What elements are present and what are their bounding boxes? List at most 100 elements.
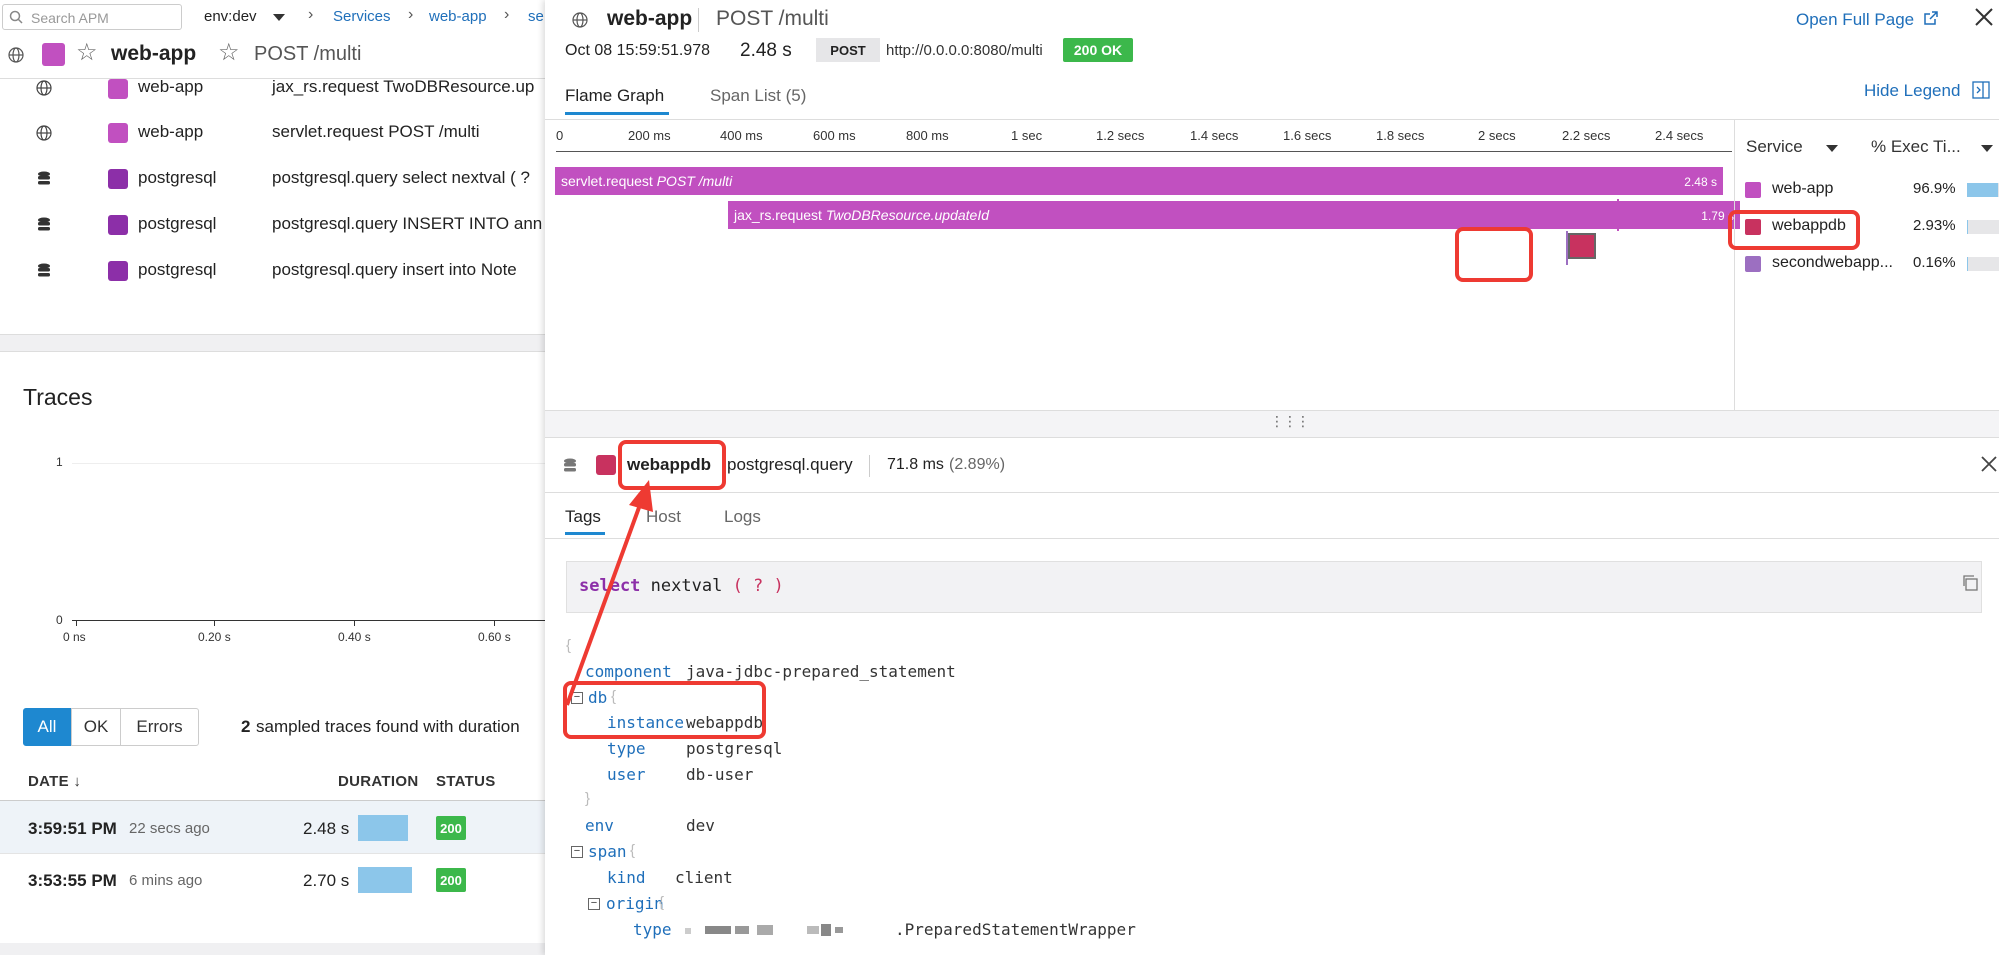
search-input[interactable]: Search APM [2, 4, 182, 30]
external-link-icon[interactable] [1923, 10, 1939, 26]
x-tick-label: 0.40 s [338, 630, 371, 644]
tab-host[interactable]: Host [646, 507, 681, 527]
star-icon[interactable]: ☆ [76, 41, 98, 65]
caret-down-icon[interactable] [1981, 145, 1993, 152]
flame-span-webappdb[interactable] [1568, 233, 1596, 259]
tag-value[interactable]: .PreparedStatementWrapper [895, 920, 1136, 939]
tag-value[interactable]: java-jdbc-prepared_statement [686, 662, 956, 681]
collapse-legend-icon[interactable] [1972, 81, 1990, 99]
http-url: http://0.0.0.0:8080/multi [886, 42, 1043, 59]
breadcrumb-resource[interactable]: se [528, 8, 544, 25]
x-tick-label: 0.60 s [478, 630, 511, 644]
service-color-swatch [42, 43, 65, 66]
flame-span-jax-rs-request[interactable]: jax_rs.request TwoDBResource.updateId 1.… [728, 201, 1740, 229]
table-row[interactable]: postgresql postgresql.query insert into … [0, 252, 545, 292]
trace-duration: 2.70 s [303, 871, 350, 890]
tag-value[interactable]: client [675, 868, 733, 887]
column-status[interactable]: STATUS [436, 773, 496, 790]
close-icon[interactable] [1980, 455, 1998, 473]
column-date[interactable]: DATE ↓ [28, 773, 81, 790]
legend-color-swatch [1745, 256, 1761, 272]
collapse-icon[interactable]: − [571, 846, 583, 858]
apm-service-page: Search APM env:dev › Services › web-app … [0, 0, 545, 955]
tab-logs[interactable]: Logs [724, 507, 761, 527]
tag-value[interactable]: db-user [686, 765, 753, 784]
x-tick [76, 620, 77, 626]
tab-tags[interactable]: Tags [565, 507, 601, 527]
row-service: postgresql [138, 168, 217, 187]
breadcrumb-web-app[interactable]: web-app [429, 8, 487, 25]
query-args: ( ? ) [732, 576, 784, 596]
tab-flame-graph[interactable]: Flame Graph [565, 86, 664, 106]
span-op: servlet.request [561, 173, 653, 189]
copy-icon[interactable] [1961, 574, 1979, 592]
chevron-right-icon: › [504, 6, 510, 23]
span-resource: POST /multi [656, 173, 733, 189]
drag-handle-icon[interactable]: ⋮⋮⋮ [1270, 413, 1310, 430]
table-row[interactable]: web-app servlet.request POST /multi [0, 114, 545, 154]
table-row[interactable]: 3:53:55 PM 6 mins ago 2.70 s 200 [0, 853, 545, 905]
resize-handle[interactable]: ⋮⋮⋮ [545, 410, 1999, 438]
table-row[interactable]: web-app jax_rs.request TwoDBResource.up [0, 66, 545, 99]
legend-service-name[interactable]: secondwebapp... [1772, 254, 1893, 272]
http-status-badge: 200 OK [1063, 38, 1133, 62]
trace-ago: 22 secs ago [129, 820, 210, 837]
x-tick [354, 620, 355, 626]
x-tick [494, 620, 495, 626]
filter-ok-button[interactable]: OK [71, 708, 121, 746]
filter-all-button[interactable]: All [23, 708, 71, 746]
service-color-swatch [108, 261, 128, 281]
collapse-icon[interactable]: − [588, 898, 600, 910]
tag-key: type [633, 920, 672, 939]
legend-service-name[interactable]: web-app [1772, 180, 1833, 198]
service-color-swatch [108, 79, 128, 99]
table-row[interactable]: postgresql postgresql.query select nextv… [0, 160, 545, 200]
caret-down-icon[interactable] [1826, 145, 1838, 152]
timeline-tick-label: 2.2 secs [1562, 128, 1611, 143]
close-icon[interactable] [1973, 6, 1995, 28]
tag-key: user [607, 765, 646, 784]
span-resource: TwoDBResource.updateId [825, 207, 989, 223]
span-operation: postgresql.query [727, 455, 853, 474]
chevron-right-icon: › [308, 6, 314, 23]
timeline-tick-label: 2 secs [1478, 128, 1516, 143]
star-icon[interactable]: ☆ [218, 41, 240, 65]
env-selector[interactable]: env:dev [204, 8, 257, 25]
trace-time: 3:53:55 PM [28, 871, 117, 890]
row-resource: jax_rs.request TwoDBResource.up [272, 77, 535, 96]
globe-icon [36, 80, 52, 96]
y-tick-label: 0 [56, 613, 63, 627]
timeline-tick-label: 1.8 secs [1376, 128, 1425, 143]
span-duration: 71.8 ms [887, 456, 944, 473]
timeline-axis [556, 151, 1732, 152]
database-icon [38, 171, 50, 185]
timeline-tick-label: 1.2 secs [1096, 128, 1145, 143]
flame-span-servlet-request[interactable]: servlet.request POST /multi 2.48 s [555, 167, 1723, 195]
legend-color-swatch [1745, 182, 1761, 198]
tag-key: component [585, 662, 672, 681]
tag-value[interactable]: dev [686, 816, 715, 835]
flame-span-thin[interactable] [1617, 199, 1619, 231]
column-duration[interactable]: DURATION [338, 773, 418, 790]
timeline-tick-label: 800 ms [906, 128, 949, 143]
globe-icon [8, 47, 24, 63]
legend-exec-bar-track [1967, 257, 1999, 271]
table-row[interactable]: postgresql postgresql.query INSERT INTO … [0, 206, 545, 246]
legend-exec-header[interactable]: % Exec Ti... [1871, 137, 1961, 157]
timeline-tick-label: 1.6 secs [1283, 128, 1332, 143]
chevron-down-icon[interactable] [273, 14, 285, 21]
legend-service-header[interactable]: Service [1746, 137, 1803, 157]
tab-span-list[interactable]: Span List (5) [710, 86, 806, 106]
open-full-page-link[interactable]: Open Full Page [1796, 10, 1914, 30]
flame-span-secondwebapp[interactable] [1566, 231, 1568, 265]
legend-exec-bar-track [1967, 220, 1999, 234]
table-row[interactable]: 3:59:51 PM 22 secs ago 2.48 s 200 [0, 801, 545, 853]
service-color-swatch [596, 455, 616, 475]
column-date-label: DATE [28, 773, 69, 790]
tag-value[interactable]: postgresql [686, 739, 782, 758]
breadcrumb-services[interactable]: Services [333, 8, 391, 25]
hide-legend-button[interactable]: Hide Legend [1864, 81, 1960, 101]
arrow-down-icon: ↓ [73, 773, 82, 790]
trace-duration: 2.48 s [740, 40, 792, 61]
filter-errors-button[interactable]: Errors [120, 708, 199, 746]
